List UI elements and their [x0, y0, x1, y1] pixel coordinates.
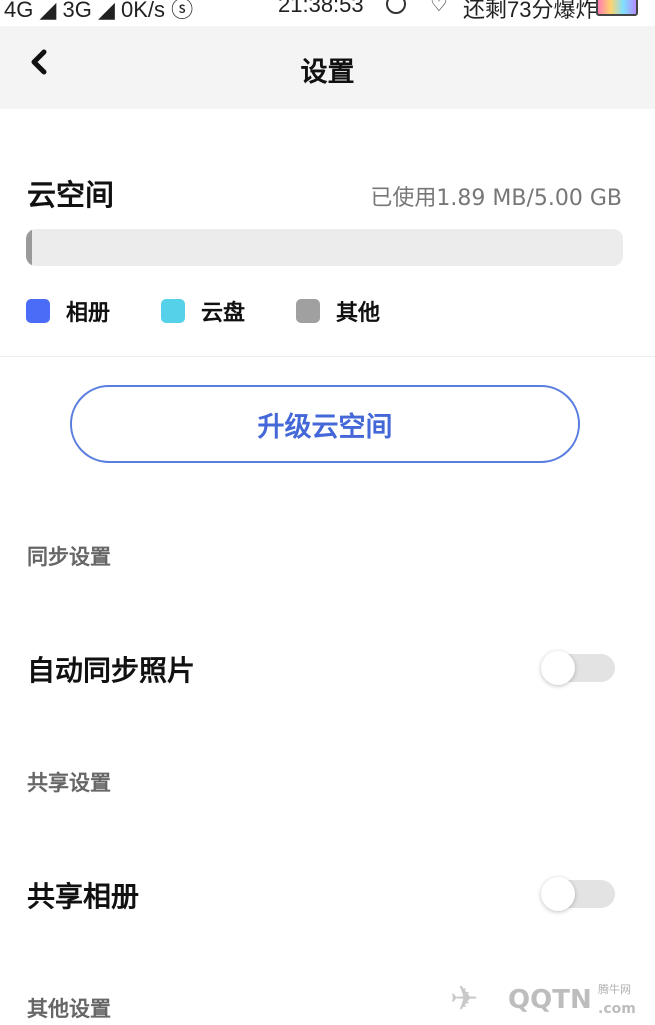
legend-swatch-other: [296, 299, 320, 323]
battery-text: 还剩73分爆炸: [463, 0, 598, 22]
legend-item-other: 其他: [296, 296, 380, 326]
shared-album-toggle[interactable]: [541, 877, 615, 911]
share-settings-header: 共享设置: [27, 771, 111, 795]
toggle-knob: [541, 651, 575, 685]
legend-label-other: 其他: [336, 301, 381, 326]
status-bar: 4G ◢ 3G ◢ 0K/s ⓢ 21:38:53 ♡ 还剩73分爆炸: [0, 0, 655, 26]
watermark-logo-icon: ✈: [450, 979, 479, 1019]
battery-icon: [596, 0, 638, 16]
heart-icon: ♡: [430, 0, 448, 16]
status-time: 21:38:53: [278, 0, 364, 17]
legend-item-cloud-drive: 云盘: [161, 296, 245, 326]
auto-sync-photos-toggle[interactable]: [541, 651, 615, 685]
legend-swatch-album: [26, 299, 50, 323]
shared-album-label: 共享相册: [27, 880, 140, 913]
sync-settings-header: 同步设置: [27, 545, 111, 569]
legend-swatch-cloud-drive: [161, 299, 185, 323]
toggle-knob: [541, 877, 575, 911]
legend-item-album: 相册: [26, 296, 110, 326]
watermark: ✈ QQTN 腾牛网 .com: [450, 975, 650, 1023]
page-title: 设置: [300, 57, 355, 88]
network-status: 4G ◢ 3G ◢ 0K/s ⓢ: [4, 0, 194, 22]
auto-sync-photos-label: 自动同步照片: [27, 654, 196, 687]
storage-title: 云空间: [27, 178, 115, 212]
upgrade-storage-button[interactable]: 升级云空间: [70, 385, 580, 463]
watermark-domain: .com: [598, 1001, 636, 1017]
alarm-clock-icon: [386, 0, 406, 14]
watermark-small-text: 腾牛网: [598, 983, 631, 996]
other-settings-header: 其他设置: [27, 997, 111, 1021]
storage-progress-fill: [26, 229, 32, 266]
legend-label-cloud-drive: 云盘: [201, 301, 246, 326]
storage-progress-bar: [26, 229, 623, 266]
legend-label-album: 相册: [66, 301, 111, 326]
storage-usage-text: 已使用1.89 MB/5.00 GB: [370, 186, 622, 211]
section-divider: [0, 356, 655, 357]
navigation-bar: 设置: [0, 26, 655, 109]
watermark-brand: QQTN: [508, 985, 592, 1015]
